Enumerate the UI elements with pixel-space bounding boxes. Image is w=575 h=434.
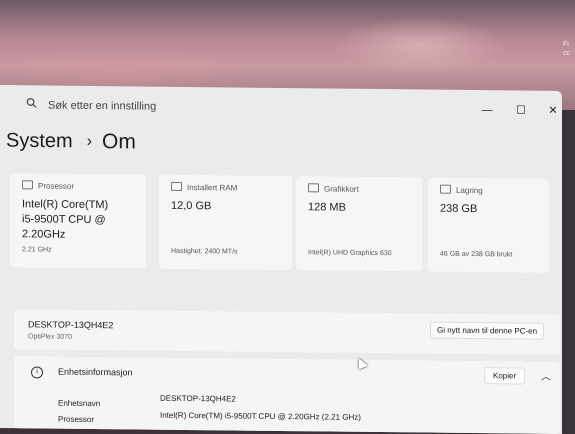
info-icon: i	[31, 366, 43, 379]
card-value: Intel(R) Core(TM) i5-9500T CPU @ 2.20GHz	[22, 198, 109, 241]
ram-icon	[171, 181, 182, 191]
spec-value: Intel(R) Core(TM) i5-9500T CPU @ 2.20GHz…	[160, 410, 361, 422]
storage-icon	[440, 184, 451, 194]
section-title: Enhetsinformasjon	[58, 366, 133, 378]
card-value: 238 GB	[440, 202, 478, 216]
device-model: OptiPlex 3070	[28, 333, 72, 341]
card-sub: 46 GB av 238 GB brukt	[440, 250, 513, 259]
graphics-card-icon	[308, 183, 319, 193]
graphics-card: Grafikkort 128 MB Intel(R) UHD Graphics …	[296, 176, 422, 272]
rename-pc-button[interactable]: Gi nytt navn til denne PC-en	[430, 321, 545, 340]
device-name: DESKTOP-13QH4E2	[28, 319, 114, 331]
minimize-button[interactable]: —	[480, 104, 494, 116]
search-input[interactable]: Søk etter en innstilling	[48, 100, 156, 113]
ram-card: Installert RAM 12,0 GB Hastighet: 2400 M…	[159, 174, 292, 271]
processor-icon	[22, 180, 33, 190]
page-title: Om	[102, 130, 136, 154]
spec-label: Prosessor	[58, 414, 95, 425]
settings-window: Søk etter en innstilling — ☐ ✕ System › Om…	[0, 85, 562, 434]
breadcrumb-parent[interactable]: System	[6, 130, 73, 153]
breadcrumb: System › Om	[6, 129, 136, 154]
card-title: Lagring	[456, 185, 483, 196]
device-info-section: i Enhetsinformasjon Kopier ︿ Enhetsnavn …	[14, 356, 560, 434]
close-button[interactable]: ✕	[546, 105, 560, 117]
desktop-icon-label[interactable]: Fi cc	[563, 40, 570, 58]
card-value: 12,0 GB	[171, 199, 212, 213]
card-title: Grafikkort	[324, 184, 359, 194]
card-title: Prosessor	[38, 181, 75, 191]
storage-card: Lagring 238 GB 46 GB av 238 GB brukt	[428, 177, 549, 273]
search-icon	[26, 98, 37, 108]
maximize-button[interactable]: ☐	[514, 104, 528, 116]
card-sub: Intel(R) UHD Graphics 630	[308, 249, 392, 258]
processor-card: Prosessor Intel(R) Core(TM) i5-9500T CPU…	[10, 173, 146, 269]
spec-value: DESKTOP-13QH4E2	[160, 393, 236, 404]
copy-button[interactable]: Kopier	[484, 367, 526, 385]
card-sub: 2.21 GHz	[22, 246, 52, 254]
chevron-up-icon[interactable]: ︿	[541, 368, 551, 383]
card-title: Installert RAM	[187, 183, 238, 193]
device-name-row: DESKTOP-13QH4E2 OptiPlex 3070 Gi nytt na…	[14, 309, 560, 355]
spec-label: Enhetsnavn	[58, 398, 101, 409]
card-sub: Hastighet: 2400 MT/s	[171, 247, 238, 256]
chevron-right-icon: ›	[86, 132, 93, 151]
card-value: 128 MB	[308, 201, 346, 214]
title-bar: Søk etter en innstilling — ☐ ✕	[0, 85, 562, 127]
